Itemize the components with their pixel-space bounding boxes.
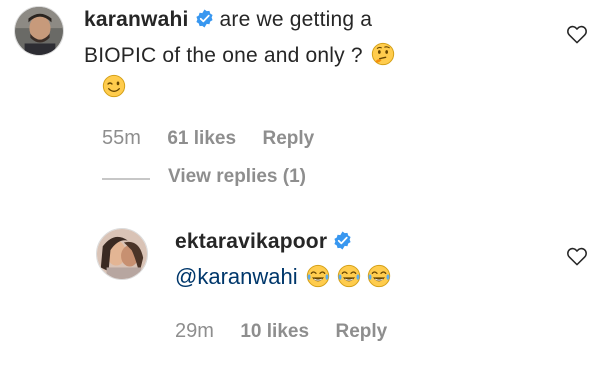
replies-divider-line [102, 178, 150, 180]
username-ektaravikapoor[interactable]: ektaravikapoor [175, 230, 327, 253]
comment-1-text-part-1: are we getting a [219, 8, 373, 31]
avatar-ektaravikapoor[interactable] [96, 228, 148, 280]
comment-1-reply-button[interactable]: Reply [262, 128, 314, 149]
heart-icon[interactable] [566, 24, 588, 44]
comment-2-reply-button[interactable]: Reply [335, 321, 387, 342]
view-replies-button[interactable]: View replies (1) [168, 166, 306, 188]
comment-2-likes[interactable]: 10 likes [240, 321, 309, 342]
comment-2-time[interactable]: 29m [175, 320, 214, 342]
winking-face-icon [102, 74, 126, 98]
tears-of-joy-icon [367, 264, 391, 288]
heart-icon[interactable] [566, 246, 588, 266]
mention-karanwahi[interactable]: @karanwahi [175, 264, 298, 289]
comment-1-text-line-1: karanwahi are we getting a [84, 8, 372, 32]
comment-2-meta: 29m 10 likes Reply [175, 320, 387, 343]
thinking-face-icon [372, 42, 395, 66]
comment-2-header: ektaravikapoor [175, 230, 358, 254]
comment-1-time[interactable]: 55m [102, 127, 141, 149]
avatar-karanwahi[interactable] [14, 6, 64, 56]
tears-of-joy-icon [337, 264, 360, 288]
verified-badge-icon [195, 9, 213, 28]
comment-2-text-line: @karanwahi [175, 264, 391, 290]
verified-badge-icon [334, 231, 351, 250]
comment-1-text-line-3 [102, 74, 126, 99]
comment-1-likes[interactable]: 61 likes [167, 128, 236, 149]
comment-1-meta: 55m 61 likes Reply [102, 127, 314, 150]
tears-of-joy-icon [306, 264, 330, 288]
comment-1-text-part-2: BIOPIC of the one and only ? [84, 44, 363, 67]
username-karanwahi[interactable]: karanwahi [84, 8, 189, 31]
comment-1-text-line-2: BIOPIC of the one and only ? [84, 42, 395, 68]
